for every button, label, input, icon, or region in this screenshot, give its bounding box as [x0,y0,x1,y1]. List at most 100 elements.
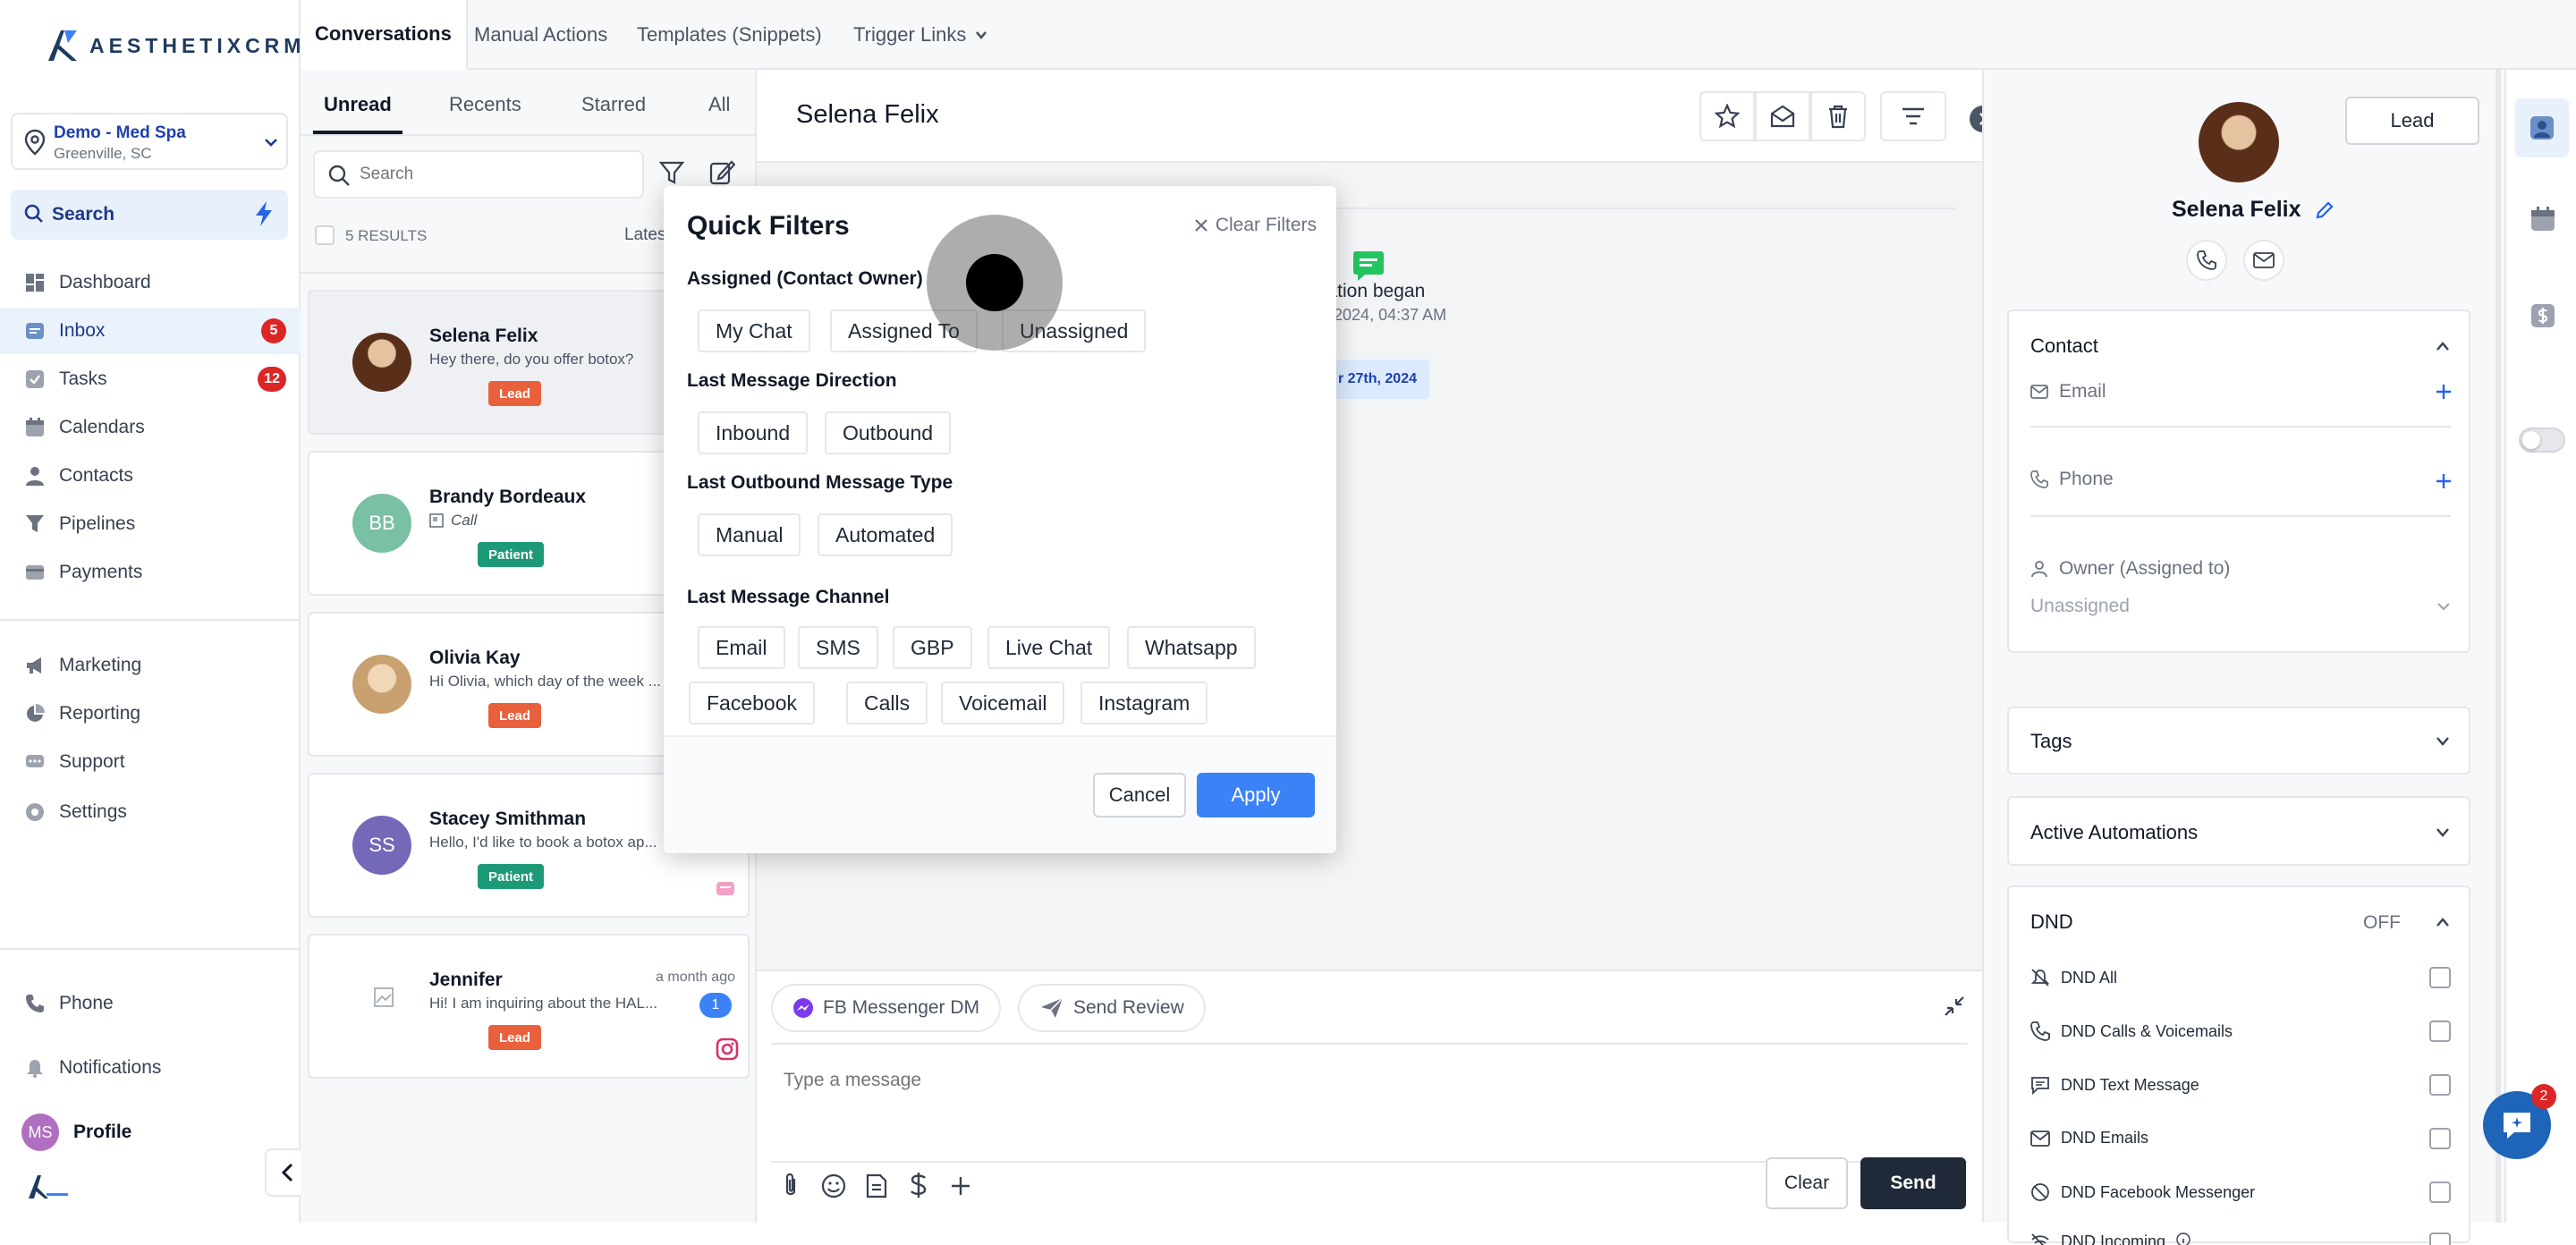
chip-calls[interactable]: Calls [846,682,928,724]
dnd-all-checkbox[interactable] [2429,967,2451,988]
location-switcher[interactable]: Demo - Med Spa Greenville, SC [11,113,288,170]
select-all-checkbox[interactable] [315,225,335,245]
call-contact-button[interactable] [2186,240,2227,281]
dnd-emails-checkbox[interactable] [2429,1127,2451,1149]
mark-read-button[interactable] [1755,91,1810,141]
sidebar-item-pipelines[interactable]: Pipelines [0,501,301,547]
tab-trigger-links[interactable]: Trigger Links [853,0,987,70]
chip-sms[interactable]: SMS [798,626,878,669]
emoji-icon[interactable] [821,1173,846,1198]
filter-icon[interactable] [658,159,685,186]
phone-field[interactable]: Phone [2030,469,2114,490]
dnd-incoming-checkbox[interactable] [2429,1232,2451,1245]
document-icon[interactable] [866,1173,887,1198]
tab-manual-actions[interactable]: Manual Actions [474,0,607,70]
conversation-item-jennifer[interactable]: Jennifer a month ago Hi! I am inquiring … [308,934,750,1079]
tab-recents[interactable]: Recents [449,93,521,116]
sidebar-profile[interactable]: MS Profile [0,1109,301,1156]
sidebar-notifications[interactable]: Notifications [0,1045,301,1091]
star-button[interactable] [1699,91,1755,141]
tags-section[interactable]: Tags [2007,707,2470,775]
block-icon [2031,1183,2049,1201]
dnd-facebook-checkbox[interactable] [2429,1181,2451,1203]
sidebar-item-settings[interactable]: Settings [0,789,301,835]
automations-section[interactable]: Active Automations [2007,796,2470,866]
chip-whatsapp[interactable]: Whatsapp [1127,626,1256,669]
brand-logo[interactable]: AESTHETIXCRM [45,27,305,64]
chip-facebook[interactable]: Facebook [689,682,816,724]
sidebar-item-marketing[interactable]: Marketing [0,642,301,689]
sidebar-phone[interactable]: Phone [0,980,301,1027]
chip-automated[interactable]: Automated [818,513,953,556]
tab-all[interactable]: All [708,93,730,116]
tab-templates[interactable]: Templates (Snippets) [637,0,822,70]
chevron-up-icon[interactable] [2435,340,2451,352]
sidebar-search[interactable]: Search [11,190,288,240]
chevron-up-icon[interactable] [2435,916,2451,928]
sidebar-item-reporting[interactable]: Reporting [0,690,301,737]
tab-conversations[interactable]: Conversations [301,0,468,70]
sidebar-item-dashboard[interactable]: Dashboard [0,259,301,306]
messenger-icon [793,998,813,1018]
sidebar-item-label: Reporting [59,703,141,724]
payments-dollar-icon[interactable] [2529,302,2556,329]
lightning-icon[interactable] [254,200,274,227]
chip-voicemail[interactable]: Voicemail [941,682,1065,724]
envelope-icon [2030,1130,2050,1147]
conversation-search[interactable] [313,150,644,199]
cancel-button[interactable]: Cancel [1093,773,1186,817]
clear-button[interactable]: Clear [1766,1157,1848,1209]
dollar-icon[interactable] [909,1172,928,1198]
tab-starred[interactable]: Starred [581,93,646,116]
logo-text: AESTHETIXCRM [89,33,306,57]
add-email-icon[interactable] [2435,383,2453,401]
compose-icon[interactable] [708,159,735,186]
clear-filters-label: Clear Filters [1215,215,1317,235]
chip-manual[interactable]: Manual [698,513,801,556]
chip-instagram[interactable]: Instagram [1080,682,1208,724]
contact-tab-button[interactable] [2515,98,2569,157]
toggle-switch[interactable] [2519,428,2565,453]
owner-select[interactable]: Unassigned [2030,596,2130,617]
send-review-button[interactable]: Send Review [1018,984,1206,1032]
search-input[interactable] [360,161,628,188]
send-button[interactable]: Send [1860,1157,1966,1209]
calendar-icon[interactable] [2529,206,2556,233]
location-city: Greenville, SC [54,145,152,162]
dnd-text-checkbox[interactable] [2429,1074,2451,1096]
chip-inbound[interactable]: Inbound [698,411,809,454]
chip-gbp[interactable]: GBP [893,626,972,669]
channel-selector[interactable]: FB Messenger DM [771,984,1002,1032]
tab-unread[interactable]: Unread [324,93,392,116]
inbox-badge: 5 [261,318,286,343]
sidebar-item-calendars[interactable]: Calendars [0,404,301,451]
plus-icon[interactable] [950,1175,971,1197]
chip-outbound[interactable]: Outbound [825,411,952,454]
sidebar-item-contacts[interactable]: Contacts [0,453,301,499]
contact-section-title[interactable]: Contact [2030,335,2098,358]
paperclip-icon[interactable] [780,1172,801,1198]
filter-lines-button[interactable] [1880,91,1946,141]
sidebar-item-payments[interactable]: Payments [0,549,301,596]
chip-my-chat[interactable]: My Chat [698,309,810,352]
channel-label: FB Messenger DM [823,997,980,1018]
delete-button[interactable] [1810,91,1866,141]
chip-live-chat[interactable]: Live Chat [987,626,1111,669]
edit-pencil-icon[interactable] [2315,200,2334,220]
clear-filters-button[interactable]: Clear Filters [1194,215,1317,236]
scrollbar-track[interactable] [2496,70,2501,1223]
sidebar-item-tasks[interactable]: Tasks 12 [0,356,301,402]
info-icon[interactable] [2176,1232,2190,1245]
email-contact-button[interactable] [2243,240,2284,281]
owner-label: Owner (Assigned to) [2059,558,2231,579]
apply-button[interactable]: Apply [1197,773,1315,817]
collapse-icon[interactable] [1943,995,1966,1018]
add-phone-icon[interactable] [2435,472,2453,490]
lead-status-button[interactable]: Lead [2345,97,2479,145]
dnd-calls-checkbox[interactable] [2429,1021,2451,1042]
chip-email[interactable]: Email [698,626,785,669]
sidebar-item-inbox[interactable]: Inbox 5 [0,308,301,354]
email-field[interactable]: Email [2030,381,2106,402]
conversation-name: Stacey Smithman [429,809,587,829]
sidebar-item-support[interactable]: Support [0,739,301,785]
